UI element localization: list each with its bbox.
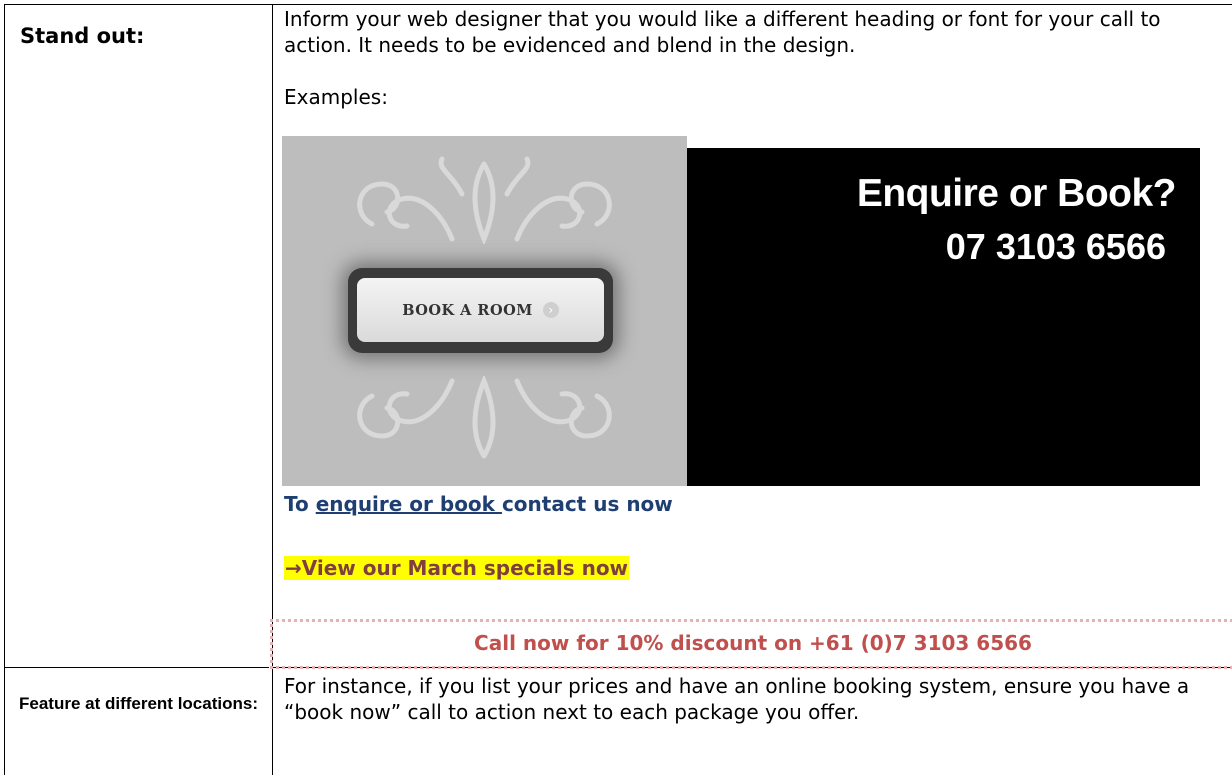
row-label-feature-locations: Feature at different locations: xyxy=(19,694,258,713)
book-a-room-button: BOOK A ROOM › xyxy=(348,268,613,353)
arrow-right-icon: › xyxy=(542,302,559,318)
example-image-book-a-room: BOOK A ROOM › xyxy=(282,136,687,486)
enquire-prefix: To xyxy=(284,492,316,516)
examples-label: Examples: xyxy=(284,85,388,109)
row-label-stand-out: Stand out: xyxy=(20,24,145,48)
example-image-enquire-or-book: Enquire or Book? 07 3103 6566 xyxy=(687,148,1200,486)
feature-locations-paragraph: For instance, if you list your prices an… xyxy=(284,674,1190,724)
enquire-title: Enquire or Book? xyxy=(856,172,1177,215)
call-now-box: Call now for 10% discount on +61 (0)7 31… xyxy=(270,619,1232,669)
enquire-line: To enquire or book contact us now xyxy=(284,492,673,516)
stand-out-paragraph: Inform your web designer that you would … xyxy=(284,7,1161,57)
enquire-phone: 07 3103 6566 xyxy=(945,226,1166,267)
enquire-suffix: contact us now xyxy=(501,492,673,516)
ornament-bottom-icon xyxy=(357,376,612,459)
row-divider xyxy=(5,667,269,668)
march-specials-link[interactable]: →View our March specials now xyxy=(284,556,630,580)
call-now-text: Call now for 10% discount on +61 (0)7 31… xyxy=(474,631,1032,655)
book-a-room-label: BOOK A ROOM xyxy=(402,301,533,319)
ornament-top-icon xyxy=(357,156,612,244)
enquire-or-book-link[interactable]: enquire or book xyxy=(316,492,502,516)
